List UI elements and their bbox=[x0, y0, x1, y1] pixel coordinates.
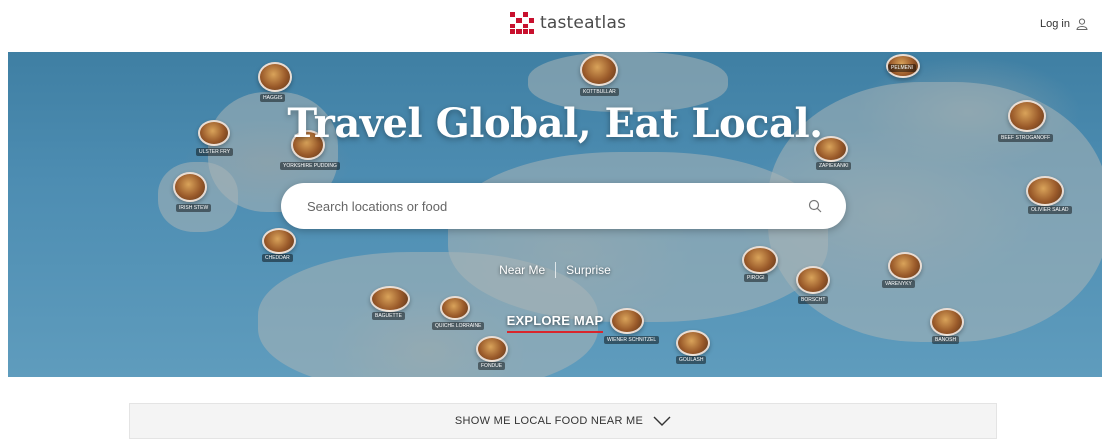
local-food-near-me-bar[interactable]: SHOW ME LOCAL FOOD NEAR ME bbox=[129, 403, 997, 439]
dish-label-olivier-salad: Olivier Salad bbox=[1028, 206, 1072, 214]
dish-cheddar[interactable] bbox=[262, 228, 296, 254]
explore-map-link[interactable]: EXPLORE MAP bbox=[506, 313, 604, 333]
site-header: tasteatlas Log in bbox=[0, 0, 1110, 52]
dish-haggis[interactable] bbox=[258, 62, 292, 92]
dish-olivier-salad[interactable] bbox=[1026, 176, 1064, 206]
dish-label-banosh: Banosh bbox=[932, 336, 960, 344]
divider bbox=[555, 262, 557, 278]
dish-label-ulster-fry: Ulster Fry bbox=[196, 148, 234, 156]
search-bar[interactable] bbox=[281, 183, 846, 229]
dish-kottbullar[interactable] bbox=[580, 54, 618, 86]
login-label: Log in bbox=[1040, 18, 1070, 30]
hero-title: Travel Global, Eat Local. bbox=[287, 100, 823, 147]
dish-label-yorkshire-pudding: Yorkshire Pudding bbox=[280, 162, 340, 170]
dish-label-borscht: Borscht bbox=[798, 296, 829, 304]
user-icon bbox=[1076, 18, 1088, 30]
login-button[interactable]: Log in bbox=[1040, 18, 1088, 30]
dish-label-irish-stew: Irish Stew bbox=[176, 204, 212, 212]
dish-label-wiener-schnitzel: Wiener Schnitzel bbox=[604, 336, 660, 344]
near-me-link[interactable]: Near Me bbox=[499, 263, 545, 277]
dish-baguette[interactable] bbox=[370, 286, 410, 312]
chevron-down-icon bbox=[653, 416, 671, 426]
dish-label-goulash: Goulash bbox=[676, 356, 707, 364]
dish-label-varenyky: Varenyky bbox=[882, 280, 915, 288]
dish-label-kottbullar: Kottbullar bbox=[580, 88, 619, 96]
logo-text: tasteatlas bbox=[540, 13, 627, 33]
dish-label-fondue: Fondue bbox=[478, 362, 506, 370]
explore-map-container: EXPLORE MAP bbox=[8, 312, 1102, 333]
dish-irish-stew[interactable] bbox=[173, 172, 207, 202]
dish-label-pelmeni: Pelmeni bbox=[888, 64, 916, 72]
search-icon[interactable] bbox=[808, 199, 822, 213]
dish-goulash[interactable] bbox=[676, 330, 710, 356]
quick-links: Near Me Surprise bbox=[8, 262, 1102, 278]
surprise-link[interactable]: Surprise bbox=[566, 263, 611, 277]
tasteatlas-logo-icon bbox=[510, 12, 534, 34]
near-bar-label: SHOW ME LOCAL FOOD NEAR ME bbox=[454, 415, 644, 427]
logo[interactable]: tasteatlas bbox=[510, 12, 626, 34]
hero-map[interactable]: Haggis Kottbullar Ulster Fry Yorkshire P… bbox=[8, 52, 1102, 377]
dish-label-cheddar: Cheddar bbox=[262, 254, 293, 262]
dish-fondue[interactable] bbox=[476, 336, 508, 362]
dish-label-zapiekanki: Zapiekanki bbox=[816, 162, 852, 170]
search-input[interactable] bbox=[307, 198, 808, 214]
